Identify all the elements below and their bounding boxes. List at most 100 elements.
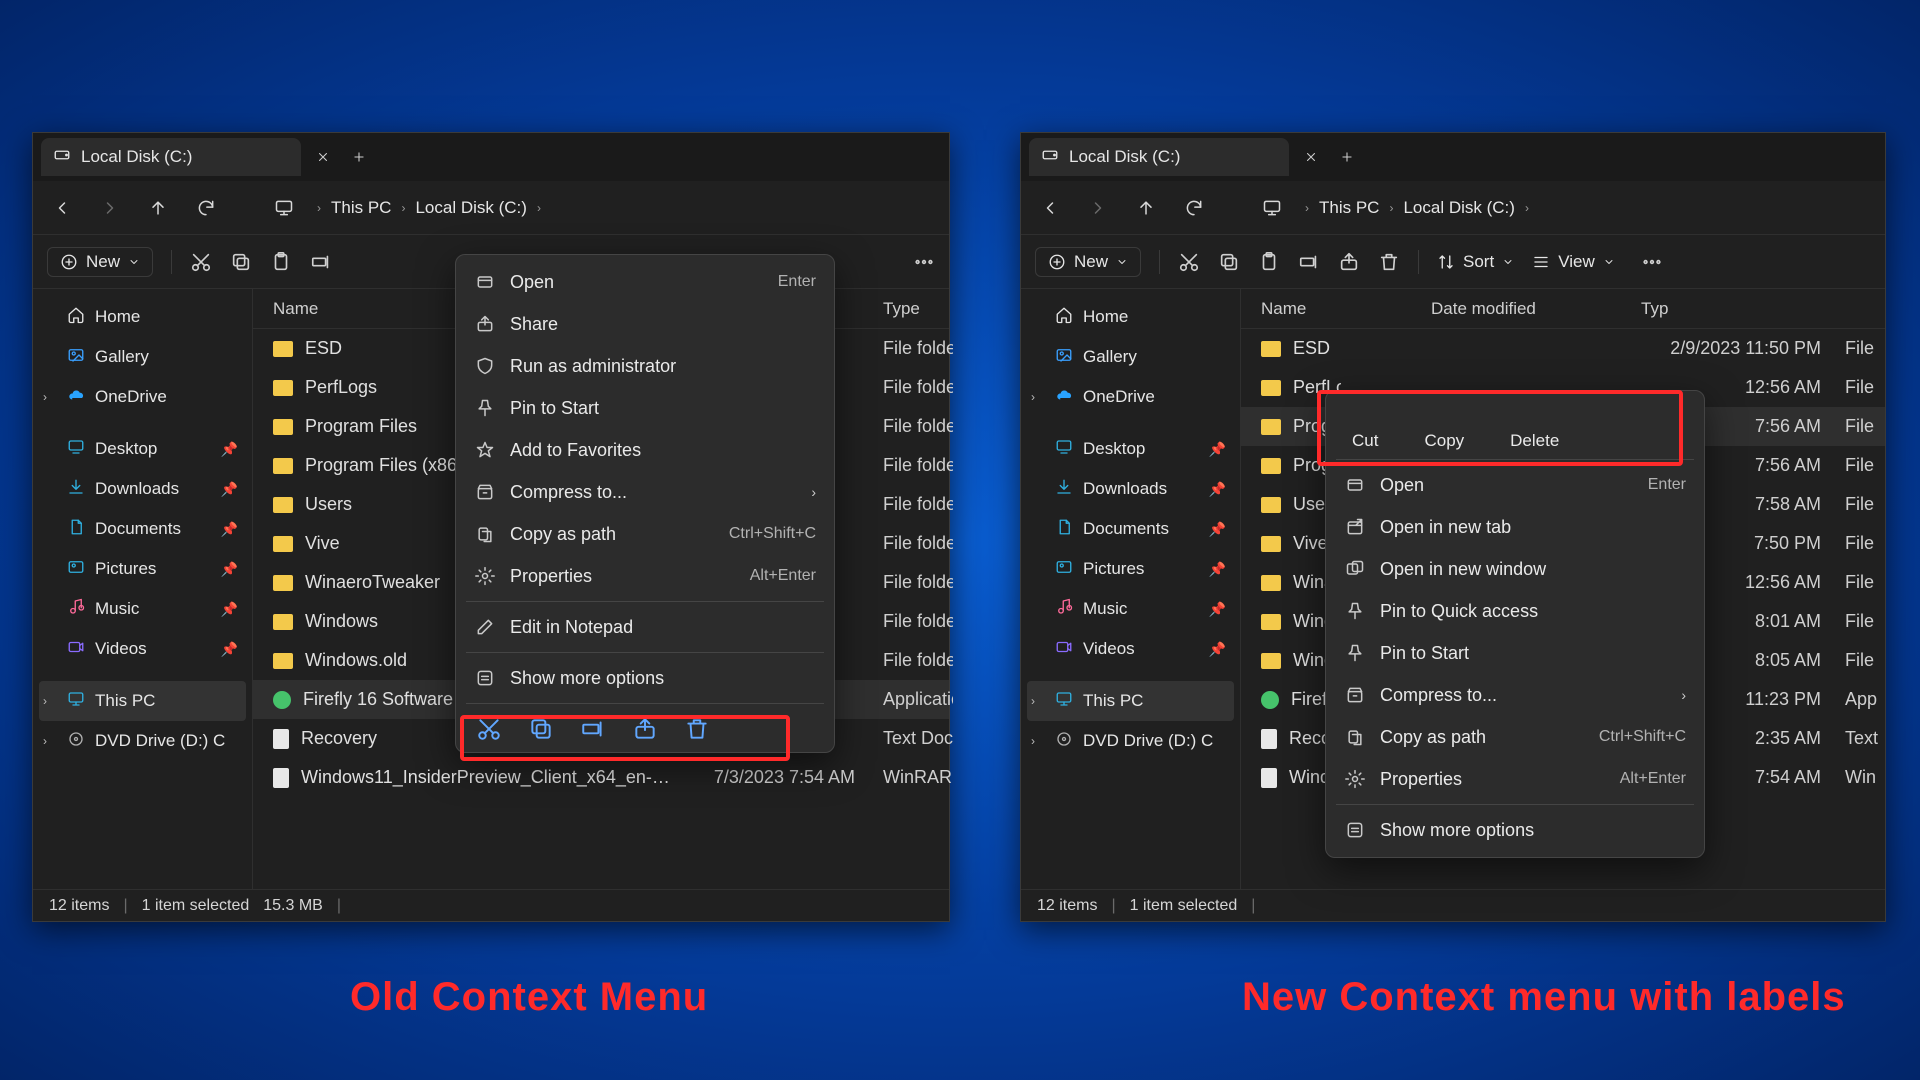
paste-icon[interactable] bbox=[270, 251, 292, 273]
delete-button[interactable] bbox=[684, 716, 710, 742]
sidebar-item-dvd-drive-d-c[interactable]: ›DVD Drive (D:) C bbox=[1027, 721, 1234, 761]
copy-action[interactable]: Copy bbox=[1424, 407, 1464, 451]
rename-button[interactable] bbox=[580, 716, 606, 742]
file-row[interactable]: ESD2/9/2023 11:50 PMFile bbox=[1241, 329, 1885, 368]
copy-icon[interactable] bbox=[1218, 251, 1240, 273]
tab-local-disk[interactable]: Local Disk (C:) bbox=[41, 138, 301, 176]
sidebar-item-documents[interactable]: Documents📌 bbox=[39, 509, 246, 549]
back-button[interactable] bbox=[1035, 193, 1065, 223]
crumb-local-disk[interactable]: Local Disk (C:) bbox=[415, 198, 526, 218]
rename-icon[interactable] bbox=[310, 251, 332, 273]
sidebar-item-downloads[interactable]: Downloads📌 bbox=[39, 469, 246, 509]
refresh-button[interactable] bbox=[1179, 193, 1209, 223]
sort-button[interactable]: Sort bbox=[1437, 252, 1514, 272]
view-button[interactable]: View bbox=[1532, 252, 1615, 272]
col-date[interactable]: Date modified bbox=[1431, 299, 1631, 319]
sidebar-item-videos[interactable]: Videos📌 bbox=[1027, 629, 1234, 669]
menu-item-copy-as-path[interactable]: Copy as pathCtrl+Shift+C bbox=[1330, 716, 1700, 758]
sidebar-item-home[interactable]: Home bbox=[39, 297, 246, 337]
new-tab-button[interactable] bbox=[1333, 143, 1361, 171]
menu-item-add-to-favorites[interactable]: Add to Favorites bbox=[460, 429, 830, 471]
menu-item-pin-to-quick-access[interactable]: Pin to Quick access bbox=[1330, 590, 1700, 632]
menu-item-open-in-new-window[interactable]: Open in new window bbox=[1330, 548, 1700, 590]
sidebar-item-documents[interactable]: Documents📌 bbox=[1027, 509, 1234, 549]
menu-item-share[interactable]: Share bbox=[460, 303, 830, 345]
sidebar-item-desktop[interactable]: Desktop📌 bbox=[1027, 429, 1234, 469]
cut-icon[interactable] bbox=[1178, 251, 1200, 273]
copy-icon[interactable] bbox=[230, 251, 252, 273]
pc-icon[interactable] bbox=[269, 193, 299, 223]
copy-button[interactable] bbox=[528, 716, 554, 742]
paste-icon[interactable] bbox=[1258, 251, 1280, 273]
sidebar-item-gallery[interactable]: Gallery bbox=[1027, 337, 1234, 377]
sidebar-item-home[interactable]: Home bbox=[1027, 297, 1234, 337]
up-button[interactable] bbox=[1131, 193, 1161, 223]
new-tab-button[interactable] bbox=[345, 143, 373, 171]
file-type: File bbox=[1835, 338, 1885, 359]
sidebar-item-this-pc[interactable]: ›This PC bbox=[39, 681, 246, 721]
crumb-this-pc[interactable]: This PC bbox=[1319, 198, 1379, 218]
forward-button[interactable] bbox=[95, 193, 125, 223]
share-icon[interactable] bbox=[1338, 251, 1360, 273]
share-button[interactable] bbox=[632, 716, 658, 742]
up-button[interactable] bbox=[143, 193, 173, 223]
col-type[interactable]: Typ bbox=[1631, 299, 1691, 319]
delete-icon[interactable] bbox=[1378, 251, 1400, 273]
sidebar-item-music[interactable]: Music📌 bbox=[39, 589, 246, 629]
tab-close-button[interactable] bbox=[1297, 143, 1325, 171]
menu-item-show-more-options[interactable]: Show more options bbox=[1330, 809, 1700, 851]
sidebar-item-downloads[interactable]: Downloads📌 bbox=[1027, 469, 1234, 509]
menu-item-open[interactable]: OpenEnter bbox=[460, 261, 830, 303]
menu-item-run-as-administrator[interactable]: Run as administrator bbox=[460, 345, 830, 387]
tab-close-button[interactable] bbox=[309, 143, 337, 171]
crumb-this-pc[interactable]: This PC bbox=[331, 198, 391, 218]
menu-item-copy-as-path[interactable]: Copy as pathCtrl+Shift+C bbox=[460, 513, 830, 555]
rename-icon[interactable] bbox=[1298, 251, 1320, 273]
more-button[interactable] bbox=[913, 251, 935, 273]
col-type[interactable]: Type bbox=[873, 299, 953, 319]
crumb-local-disk[interactable]: Local Disk (C:) bbox=[1403, 198, 1514, 218]
breadcrumb[interactable]: › This PC › Local Disk (C:) › bbox=[1305, 198, 1529, 218]
back-button[interactable] bbox=[47, 193, 77, 223]
menu-item-compress-to-[interactable]: Compress to...› bbox=[460, 471, 830, 513]
cut-icon[interactable] bbox=[190, 251, 212, 273]
refresh-button[interactable] bbox=[191, 193, 221, 223]
col-name[interactable]: Name bbox=[1241, 299, 1431, 319]
chevron-right-icon: › bbox=[401, 201, 405, 215]
sidebar-item-desktop[interactable]: Desktop📌 bbox=[39, 429, 246, 469]
sidebar-item-pictures[interactable]: Pictures📌 bbox=[1027, 549, 1234, 589]
sidebar-item-gallery[interactable]: Gallery bbox=[39, 337, 246, 377]
sidebar-item-music[interactable]: Music📌 bbox=[1027, 589, 1234, 629]
cut-action[interactable]: Cut bbox=[1352, 407, 1378, 451]
menu-item-compress-to-[interactable]: Compress to...› bbox=[1330, 674, 1700, 716]
sidebar-item-onedrive[interactable]: ›OneDrive bbox=[39, 377, 246, 417]
forward-button[interactable] bbox=[1083, 193, 1113, 223]
pc-icon[interactable] bbox=[1257, 193, 1287, 223]
menu-item-pin-to-start[interactable]: Pin to Start bbox=[1330, 632, 1700, 674]
sidebar-item-pictures[interactable]: Pictures📌 bbox=[39, 549, 246, 589]
new-button[interactable]: New bbox=[1035, 247, 1141, 277]
menu-item-pin-to-start[interactable]: Pin to Start bbox=[460, 387, 830, 429]
more-button[interactable] bbox=[1641, 251, 1663, 273]
column-headers[interactable]: Name Date modified Typ bbox=[1241, 289, 1885, 329]
tab-local-disk[interactable]: Local Disk (C:) bbox=[1029, 138, 1289, 176]
delete-action[interactable]: Delete bbox=[1510, 407, 1559, 451]
menu-item-open[interactable]: OpenEnter bbox=[1330, 464, 1700, 506]
sidebar-item-videos[interactable]: Videos📌 bbox=[39, 629, 246, 669]
menu-item-open-in-new-tab[interactable]: Open in new tab bbox=[1330, 506, 1700, 548]
sidebar-item-this-pc[interactable]: ›This PC bbox=[1027, 681, 1234, 721]
cut-button[interactable] bbox=[476, 716, 502, 742]
sidebar-item-onedrive[interactable]: ›OneDrive bbox=[1027, 377, 1234, 417]
sidebar-item-dvd-drive-d-c[interactable]: ›DVD Drive (D:) C bbox=[39, 721, 246, 761]
context-menu-new[interactable]: Cut Copy Delete OpenEnterOpen in new tabOpe… bbox=[1325, 390, 1705, 858]
context-menu-old[interactable]: OpenEnterShareRun as administratorPin to… bbox=[455, 254, 835, 753]
menu-item-edit-in-notepad[interactable]: Edit in Notepad bbox=[460, 606, 830, 648]
menu-item-properties[interactable]: PropertiesAlt+Enter bbox=[460, 555, 830, 597]
menu-item-properties[interactable]: PropertiesAlt+Enter bbox=[1330, 758, 1700, 800]
pinqa-icon bbox=[1344, 600, 1366, 622]
breadcrumb[interactable]: › This PC › Local Disk (C:) › bbox=[317, 198, 541, 218]
menu-item-show-more-options[interactable]: Show more options bbox=[460, 657, 830, 699]
file-row[interactable]: Windows11_InsiderPreview_Client_x64_en-u… bbox=[253, 758, 949, 797]
folder-icon bbox=[1261, 653, 1281, 669]
new-button[interactable]: New bbox=[47, 247, 153, 277]
